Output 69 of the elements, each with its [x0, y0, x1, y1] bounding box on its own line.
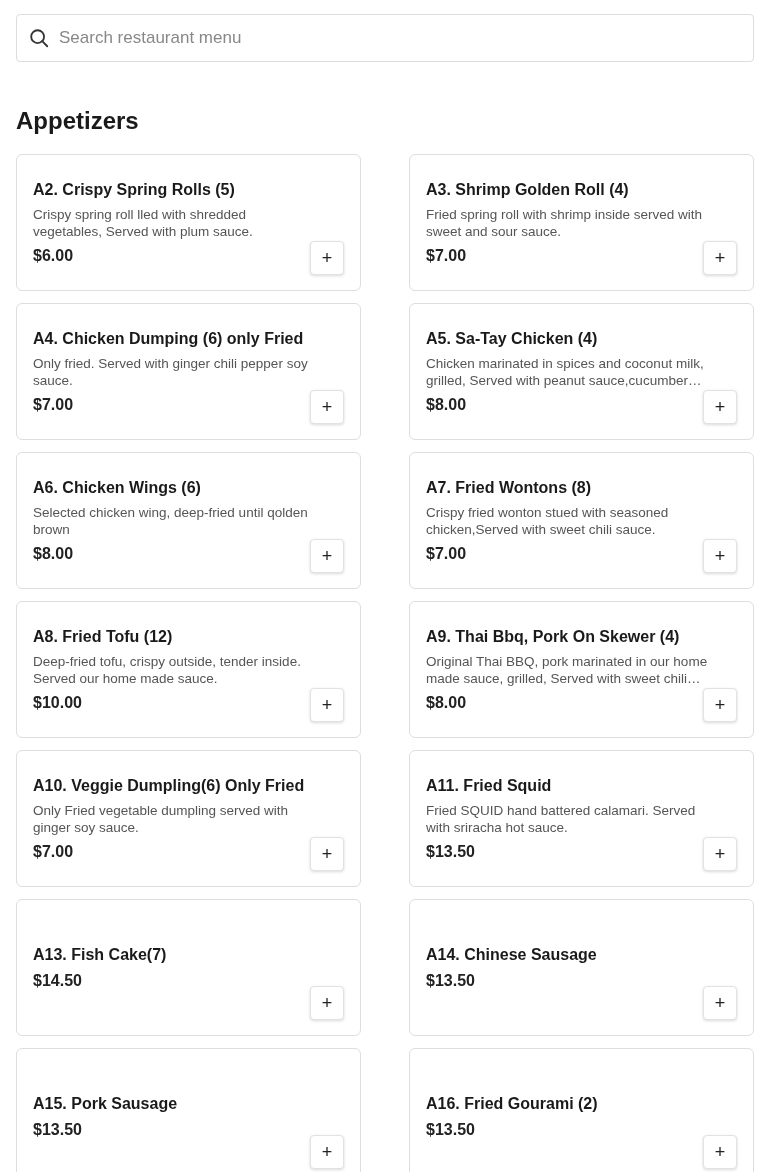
item-name: A8. Fried Tofu (12) — [33, 626, 174, 647]
item-name: A13. Fish Cake(7) — [33, 944, 168, 965]
item-description: Selected chicken wing, deep-fried until qolden brown — [33, 503, 309, 538]
item-name: A5. Sa-Tay Chicken (4) — [426, 328, 599, 349]
item-description: Only Fried vegetable dumpling served with ginger soy sauce. — [33, 801, 290, 836]
item-description: Fried spring roll with shrimp inside served with sweet and sour sauce. — [426, 205, 704, 240]
item-description: Fried SQUID hand battered calamari. Served with sriracha hot sauce. — [426, 801, 697, 836]
item-name: A10. Veggie Dumpling(6) Only Fried — [33, 775, 306, 796]
menu-item-card[interactable]: A6. Chicken Wings (6) Selected chicken wing, deep-fried until qolden brown $8.00 + — [16, 452, 361, 589]
item-price: $13.50 — [426, 1119, 475, 1140]
item-description: Crispy spring roll lled with shredded vegetables, Served with plum sauce. — [33, 205, 254, 240]
item-price: $14.50 — [33, 970, 82, 991]
item-price: $7.00 — [33, 394, 74, 415]
item-price: $7.00 — [426, 543, 467, 564]
search-icon — [28, 27, 50, 49]
item-description: Chicken marinated in spices and coconut milk, grilled, Served with peanut sauce,cucumber… — [426, 354, 705, 389]
item-price: $8.00 — [426, 394, 467, 415]
item-description: Crispy fried wonton stued with seasoned chicken,Served with sweet chili sauce. — [426, 503, 670, 538]
item-price: $6.00 — [33, 245, 74, 266]
add-button[interactable]: + — [703, 539, 737, 573]
menu-item-card[interactable]: A5. Sa-Tay Chicken (4) Chicken marinated in spices and coconut milk, grilled, Served with peanut sauce,cucumber… $8.00 + — [409, 303, 754, 440]
menu-item-card[interactable]: A9. Thai Bbq, Pork On Skewer (4) Original Thai BBQ, pork marinated in our home made sauce, grilled, Served with sweet chili… $8.00 + — [409, 601, 754, 738]
menu-item-card[interactable]: A8. Fried Tofu (12) Deep-fried tofu, crispy outside, tender inside. Served our home made sauce. $10.00 + — [16, 601, 361, 738]
item-price: $7.00 — [33, 841, 74, 862]
item-name: A15. Pork Sausage — [33, 1093, 179, 1114]
item-name: A14. Chinese Sausage — [426, 944, 598, 965]
menu-item-card[interactable]: A3. Shrimp Golden Roll (4) Fried spring roll with shrimp inside served with sweet and sour sauce. $7.00 + — [409, 154, 754, 291]
add-button[interactable]: + — [310, 688, 344, 722]
item-price: $8.00 — [33, 543, 74, 564]
section-heading: Appetizers — [16, 108, 140, 134]
item-name: A7. Fried Wontons (8) — [426, 477, 593, 498]
item-price: $13.50 — [426, 970, 475, 991]
add-button[interactable]: + — [310, 986, 344, 1020]
add-button[interactable]: + — [703, 837, 737, 871]
menu-item-card[interactable]: A7. Fried Wontons (8) Crispy fried wonton stued with seasoned chicken,Served with sweet chili sauce. $7.00 + — [409, 452, 754, 589]
menu-item-card[interactable]: A15. Pork Sausage $13.50 + — [16, 1048, 361, 1172]
item-name: A6. Chicken Wings (6) — [33, 477, 202, 498]
item-name: A2. Crispy Spring Rolls (5) — [33, 179, 236, 200]
item-description: Original Thai BBQ, pork marinated in our home made sauce, grilled, Served with sweet chili… — [426, 652, 709, 687]
menu-item-card[interactable]: A16. Fried Gourami (2) $13.50 + — [409, 1048, 754, 1172]
menu-item-card[interactable]: A2. Crispy Spring Rolls (5) Crispy spring roll lled with shredded vegetables, Served with plum sauce. $6.00 + — [16, 154, 361, 291]
menu-item-card[interactable]: A4. Chicken Dumping (6) only Fried Only fried. Served with ginger chili pepper soy sauce. $7.00 + — [16, 303, 361, 440]
add-button[interactable]: + — [703, 986, 737, 1020]
item-description: Only fried. Served with ginger chili pepper soy sauce. — [33, 354, 309, 389]
add-button[interactable]: + — [703, 1135, 737, 1169]
add-button[interactable]: + — [310, 539, 344, 573]
menu-item-card[interactable]: A13. Fish Cake(7) $14.50 + — [16, 899, 361, 1036]
item-name: A3. Shrimp Golden Roll (4) — [426, 179, 630, 200]
search-field[interactable]: Search restaurant menu — [16, 14, 754, 62]
item-price: $8.00 — [426, 692, 467, 713]
item-name: A11. Fried Squid — [426, 775, 553, 796]
add-button[interactable]: + — [310, 837, 344, 871]
item-name: A16. Fried Gourami (2) — [426, 1093, 599, 1114]
add-button[interactable]: + — [703, 241, 737, 275]
add-button[interactable]: + — [310, 241, 344, 275]
item-price: $10.00 — [33, 692, 82, 713]
item-price: $13.50 — [33, 1119, 82, 1140]
add-button[interactable]: + — [310, 1135, 344, 1169]
item-price: $7.00 — [426, 245, 467, 266]
item-price: $13.50 — [426, 841, 475, 862]
menu-item-card[interactable]: A10. Veggie Dumpling(6) Only Fried Only Fried vegetable dumpling served with ginger soy sauce. $7.00 + — [16, 750, 361, 887]
add-button[interactable]: + — [703, 390, 737, 424]
item-description: Deep-fried tofu, crispy outside, tender inside. Served our home made sauce. — [33, 652, 302, 687]
menu-item-card[interactable]: A14. Chinese Sausage $13.50 + — [409, 899, 754, 1036]
item-name: A9. Thai Bbq, Pork On Skewer (4) — [426, 626, 681, 647]
item-name: A4. Chicken Dumping (6) only Fried — [33, 328, 305, 349]
add-button[interactable]: + — [703, 688, 737, 722]
add-button[interactable]: + — [310, 390, 344, 424]
menu-item-card[interactable]: A11. Fried Squid Fried SQUID hand battered calamari. Served with sriracha hot sauce. $13.50 + — [409, 750, 754, 887]
